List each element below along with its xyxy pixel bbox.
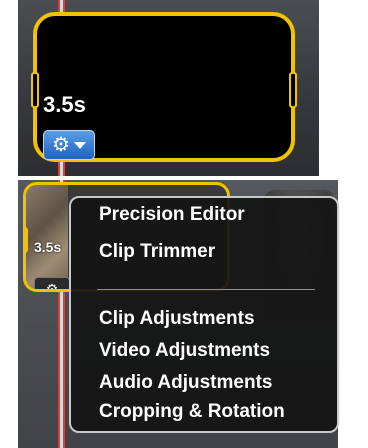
menu-item-audio-adjustments[interactable]: Audio Adjustments <box>99 372 272 394</box>
gear-icon: ⚙ <box>52 134 70 156</box>
menu-item-precision-editor[interactable]: Precision Editor <box>99 204 245 226</box>
trim-handle-left[interactable] <box>26 227 28 253</box>
clip-duration-label: 3.5s <box>34 239 62 255</box>
clip-action-button[interactable]: ⚙ <box>43 130 95 160</box>
menu-item-clip-adjustments[interactable]: Clip Adjustments <box>99 308 255 330</box>
gear-icon: ⚙ <box>45 280 59 292</box>
menu-item-clip-trimmer[interactable]: Clip Trimmer <box>99 241 215 263</box>
menu-separator <box>97 289 315 290</box>
clip-context-menu: Precision Editor Clip Trimmer Clip Adjus… <box>69 196 339 433</box>
menu-item-video-adjustments[interactable]: Video Adjustments <box>99 340 270 362</box>
menu-item-cropping-rotation[interactable]: Cropping & Rotation <box>99 401 285 423</box>
trim-handle-left[interactable] <box>31 72 39 108</box>
chevron-down-icon <box>73 141 86 149</box>
clip-duration-label: 3.5s <box>43 92 86 117</box>
trim-handle-right[interactable] <box>289 72 297 108</box>
clip-thumbnail <box>26 185 68 289</box>
timeline-panel-top: 3.5s ⚙ <box>18 0 319 176</box>
clip-action-button[interactable]: ⚙ <box>34 277 70 292</box>
selected-clip[interactable]: 3.5s ⚙ <box>31 12 297 162</box>
